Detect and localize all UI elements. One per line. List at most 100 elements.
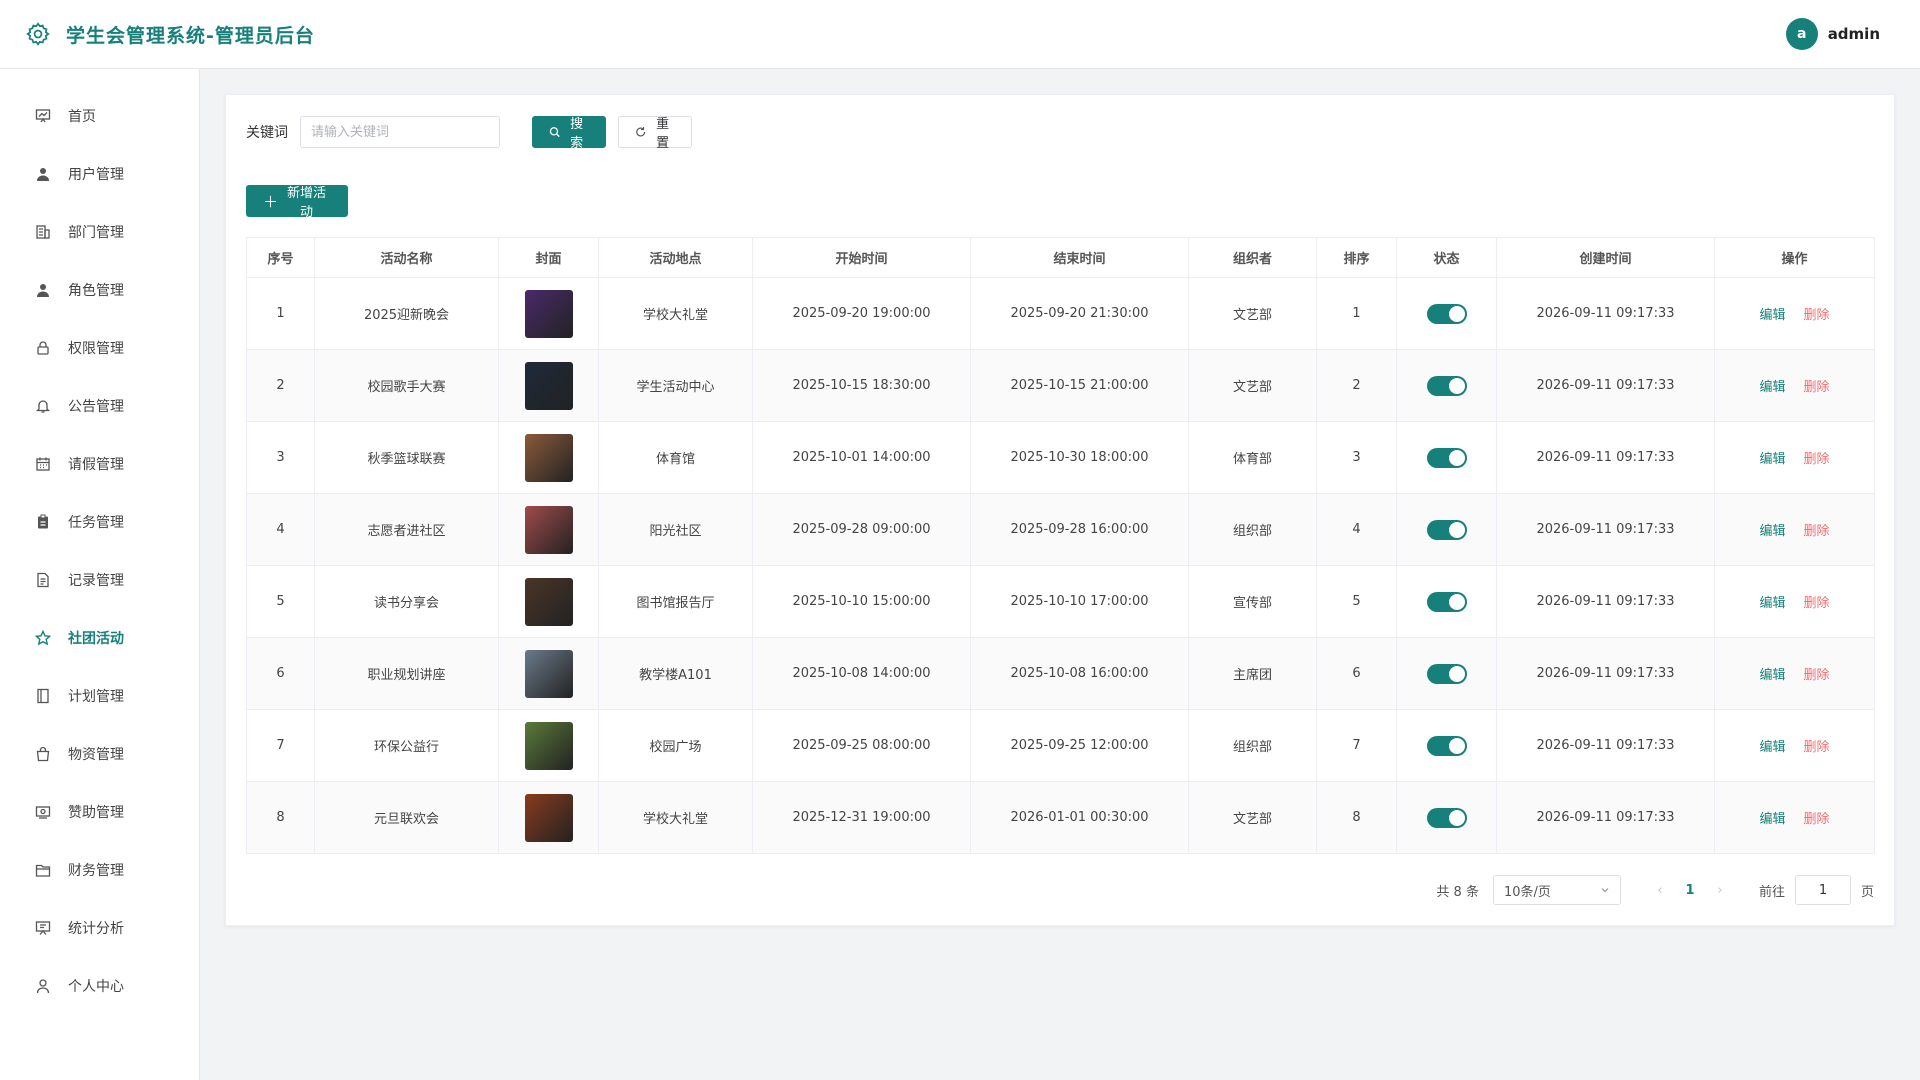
sidebar-item-4[interactable]: 权限管理 <box>0 319 199 377</box>
edit-button[interactable]: 编辑 <box>1759 596 1785 611</box>
sidebar-item-6[interactable]: 请假管理 <box>0 435 199 493</box>
cell-operations: 编辑 删除 <box>1714 709 1875 782</box>
cover-image[interactable] <box>524 649 573 698</box>
person-outline-icon <box>34 977 52 995</box>
sidebar-item-14[interactable]: 统计分析 <box>0 899 199 957</box>
delete-button[interactable]: 删除 <box>1804 668 1830 683</box>
delete-button[interactable]: 删除 <box>1804 308 1830 323</box>
sidebar-item-9[interactable]: 社团活动 <box>0 609 199 667</box>
cell-operations: 编辑 删除 <box>1714 421 1875 494</box>
edit-button[interactable]: 编辑 <box>1759 452 1785 467</box>
cell-place: 学校大礼堂 <box>598 277 753 350</box>
cell-end-time: 2025-09-20 21:30:00 <box>970 277 1189 350</box>
cell-index: 2 <box>246 349 315 422</box>
search-button[interactable]: 搜索 <box>532 116 606 151</box>
prev-page-button[interactable]: ‹ <box>1645 883 1675 898</box>
cell-cover <box>498 421 599 494</box>
cover-image[interactable] <box>524 361 573 410</box>
delete-button[interactable]: 删除 <box>1804 380 1830 395</box>
user-icon <box>34 281 52 299</box>
next-page-button[interactable]: › <box>1705 883 1735 898</box>
status-toggle[interactable] <box>1426 303 1467 324</box>
sidebar-item-5[interactable]: 公告管理 <box>0 377 199 435</box>
status-toggle[interactable] <box>1426 663 1467 684</box>
status-toggle[interactable] <box>1426 591 1467 612</box>
cell-created-time: 2026-09-11 09:17:33 <box>1496 277 1715 350</box>
sidebar-item-label: 个人中心 <box>68 979 124 995</box>
avatar[interactable]: a <box>1785 18 1818 50</box>
cover-image[interactable] <box>524 433 573 482</box>
cell-status <box>1396 493 1497 566</box>
sidebar-item-10[interactable]: 计划管理 <box>0 667 199 725</box>
column-header: 状态 <box>1396 237 1497 278</box>
edit-button[interactable]: 编辑 <box>1759 524 1785 539</box>
clipboard-icon <box>34 513 52 531</box>
add-activity-button[interactable]: ＋ 新增活动 <box>246 185 348 220</box>
cell-status <box>1396 421 1497 494</box>
keyword-input[interactable] <box>300 116 500 148</box>
cell-organizer: 宣传部 <box>1188 565 1317 638</box>
delete-button[interactable]: 删除 <box>1804 596 1830 611</box>
column-header: 排序 <box>1316 237 1397 278</box>
cell-cover <box>498 781 599 854</box>
cover-image[interactable] <box>524 577 573 626</box>
status-toggle[interactable] <box>1426 375 1467 396</box>
cover-image[interactable] <box>524 505 573 554</box>
cover-image[interactable] <box>524 793 573 842</box>
cell-end-time: 2025-09-25 12:00:00 <box>970 709 1189 782</box>
edit-button[interactable]: 编辑 <box>1759 812 1785 827</box>
delete-button[interactable]: 删除 <box>1804 524 1830 539</box>
user-menu[interactable]: a admin <box>1785 18 1880 50</box>
cell-start-time: 2025-09-25 08:00:00 <box>752 709 971 782</box>
cell-status <box>1396 781 1497 854</box>
cell-index: 4 <box>246 493 315 566</box>
column-header: 活动地点 <box>598 237 753 278</box>
sidebar-item-3[interactable]: 角色管理 <box>0 261 199 319</box>
username[interactable]: admin <box>1828 25 1880 43</box>
page-number[interactable]: 1 <box>1675 883 1705 898</box>
status-toggle[interactable] <box>1426 447 1467 468</box>
cover-image[interactable] <box>524 721 573 770</box>
goto-page-input[interactable] <box>1794 875 1851 905</box>
sidebar-item-1[interactable]: 用户管理 <box>0 145 199 203</box>
cell-start-time: 2025-09-28 09:00:00 <box>752 493 971 566</box>
delete-button[interactable]: 删除 <box>1804 452 1830 467</box>
cell-operations: 编辑 删除 <box>1714 277 1875 350</box>
status-toggle[interactable] <box>1426 807 1467 828</box>
folder-icon <box>34 861 52 879</box>
sidebar-item-12[interactable]: 赞助管理 <box>0 783 199 841</box>
cell-organizer: 文艺部 <box>1188 349 1317 422</box>
edit-button[interactable]: 编辑 <box>1759 308 1785 323</box>
cell-place: 图书馆报告厅 <box>598 565 753 638</box>
delete-button[interactable]: 删除 <box>1804 740 1830 755</box>
cell-activity-name: 环保公益行 <box>314 709 499 782</box>
sidebar-item-2[interactable]: 部门管理 <box>0 203 199 261</box>
sidebar-item-13[interactable]: 财务管理 <box>0 841 199 899</box>
edit-button[interactable]: 编辑 <box>1759 740 1785 755</box>
edit-button[interactable]: 编辑 <box>1759 380 1785 395</box>
cell-index: 3 <box>246 421 315 494</box>
status-toggle[interactable] <box>1426 519 1467 540</box>
sidebar-item-11[interactable]: 物资管理 <box>0 725 199 783</box>
status-toggle[interactable] <box>1426 735 1467 756</box>
table-row: 5 读书分享会 图书馆报告厅 2025-10-10 15:00:00 2025-10-1… <box>246 565 1875 638</box>
user-icon <box>34 165 52 183</box>
search-button-label: 搜索 <box>570 117 584 151</box>
app-title: 学生会管理系统-管理员后台 <box>66 24 315 47</box>
cell-cover <box>498 709 599 782</box>
bell-icon <box>34 397 52 415</box>
cover-image[interactable] <box>524 289 573 338</box>
sidebar-item-0[interactable]: 首页 <box>0 87 199 145</box>
cell-place: 校园广场 <box>598 709 753 782</box>
sidebar-item-7[interactable]: 任务管理 <box>0 493 199 551</box>
top-header: 学生会管理系统-管理员后台 a admin <box>0 0 1920 69</box>
reset-button[interactable]: 重置 <box>618 116 692 151</box>
cell-end-time: 2025-10-30 18:00:00 <box>970 421 1189 494</box>
edit-button[interactable]: 编辑 <box>1759 668 1785 683</box>
sidebar-item-15[interactable]: 个人中心 <box>0 957 199 1015</box>
page-size-select[interactable]: 10条/页 <box>1492 875 1621 905</box>
delete-button[interactable]: 删除 <box>1804 812 1830 827</box>
cell-organizer: 文艺部 <box>1188 781 1317 854</box>
cell-place: 教学楼A101 <box>598 637 753 710</box>
sidebar-item-8[interactable]: 记录管理 <box>0 551 199 609</box>
